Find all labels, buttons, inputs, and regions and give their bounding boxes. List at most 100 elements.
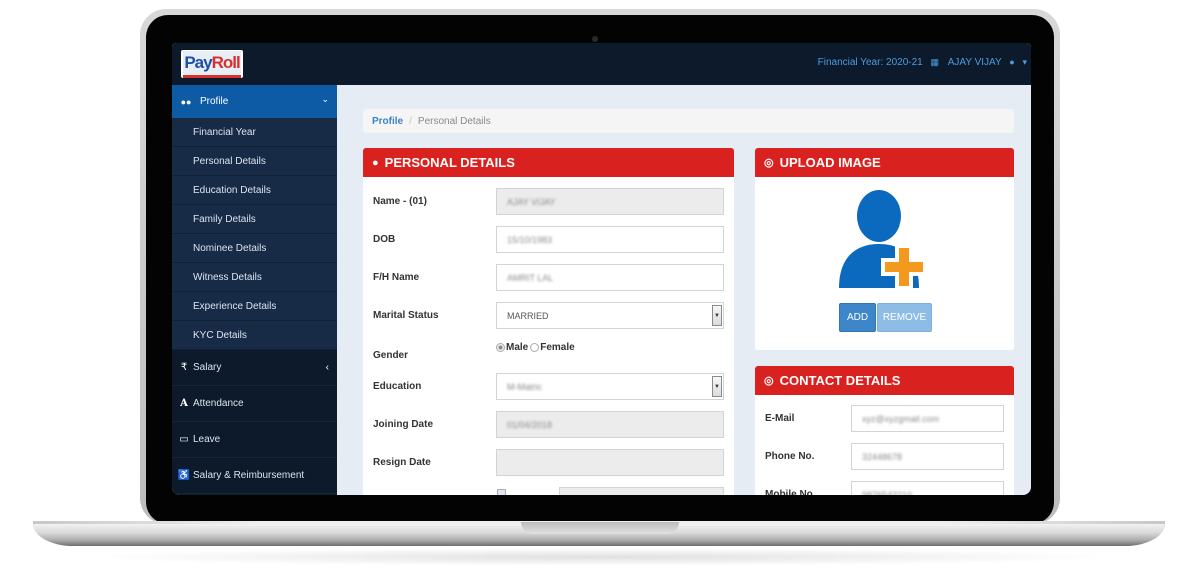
sidebar-item-salary-reimbursement[interactable]: ♿ Salary & Reimbursement	[172, 458, 337, 494]
partial-select[interactable]	[559, 487, 724, 495]
sidebar-item-profile[interactable]: ●● Profile ⌄	[172, 85, 337, 118]
rupee-icon: ₹	[180, 362, 188, 373]
gender-female-radio[interactable]	[530, 343, 540, 352]
resign-date-input[interactable]	[496, 449, 724, 476]
user-icon: ●	[372, 156, 379, 169]
marital-status-row: Marital Status MARRIED ▼	[363, 302, 734, 332]
sidebar-subitem-label: KYC Details	[193, 329, 247, 341]
partial-row	[363, 487, 734, 495]
name-input[interactable]: AJAY VIJAY	[496, 188, 724, 215]
joining-date-input[interactable]: 01/04/2018	[496, 411, 724, 438]
name-value: AJAY VIJAY	[507, 196, 556, 207]
marital-status-value: MARRIED	[507, 310, 549, 321]
mobile-input[interactable]: 9876543210	[851, 481, 1004, 495]
sidebar-subitem-nominee-details[interactable]: Nominee Details	[172, 234, 337, 263]
marital-status-label: Marital Status	[373, 310, 439, 321]
mobile-row: Mobile No. 9876543210	[755, 481, 1014, 495]
dob-input[interactable]: 15/10/1983	[496, 226, 724, 253]
upload-image-header: ◎ UPLOAD IMAGE	[755, 148, 1014, 177]
upload-image-panel: ◎ UPLOAD IMAGE ADD REMOVE	[755, 148, 1014, 350]
select-arrow-icon: ▼	[712, 305, 722, 326]
sidebar-item-label: Attendance	[193, 398, 244, 409]
laptop-shadow	[80, 548, 1120, 566]
sidebar-subitem-label: Experience Details	[193, 300, 277, 312]
contact-details-header: ◎ CONTACT DETAILS	[755, 366, 1014, 395]
avatar-placeholder[interactable]	[835, 188, 935, 293]
fh-name-label: F/H Name	[373, 272, 420, 283]
fh-name-row: F/H Name AMRIT LAL	[363, 264, 734, 294]
attendance-icon: A	[180, 398, 188, 409]
chevron-left-icon: ‹	[325, 362, 329, 373]
sidebar-subitem-label: Education Details	[193, 184, 271, 196]
email-label: E-Mail	[765, 413, 795, 424]
gender-male-radio[interactable]	[496, 343, 505, 352]
logo-text-pay: Pay	[184, 53, 212, 72]
camera-icon	[592, 36, 598, 42]
email-row: E-Mail xyz@xyzgmail.com	[755, 405, 1014, 435]
panel-title: CONTACT DETAILS	[779, 373, 901, 388]
calendar-icon: ▦	[930, 57, 939, 67]
sidebar-item-label: Salary	[193, 362, 222, 373]
remove-image-button[interactable]: REMOVE	[877, 303, 932, 332]
gender-radio-group: Male Female	[496, 342, 575, 353]
contact-details-panel: ◎ CONTACT DETAILS E-Mail xyz@xyzgmail.co…	[755, 366, 1014, 495]
resign-date-label: Resign Date	[373, 457, 431, 468]
add-image-button[interactable]: ADD	[839, 303, 876, 332]
sidebar-subitem-witness-details[interactable]: Witness Details	[172, 263, 337, 292]
sidebar-subitem-experience-details[interactable]: Experience Details	[172, 292, 337, 321]
phone-value: 32448678	[862, 451, 903, 462]
gender-male-label: Male	[506, 342, 529, 353]
chevron-down-icon: ⌄	[321, 94, 329, 104]
dob-value: 15/10/1983	[507, 234, 553, 245]
sidebar-subitem-label: Financial Year	[193, 126, 256, 138]
gender-female-label: Female	[540, 342, 575, 353]
sidebar-item-salary[interactable]: ₹ Salary ‹	[172, 350, 337, 386]
education-select[interactable]: M-Matric ▼	[496, 373, 724, 400]
user-name: AJAY VIJAY	[947, 57, 1002, 68]
name-row: Name - (01) AJAY VIJAY	[363, 188, 734, 218]
dob-label: DOB	[373, 234, 396, 245]
app-screen: Pay Roll Financial Year: 2020-21 ▦ AJAY V…	[172, 43, 1031, 495]
financial-year-selector[interactable]: Financial Year: 2020-21 ▦	[818, 57, 939, 68]
sidebar-subitem-family-details[interactable]: Family Details	[172, 205, 337, 234]
target-icon: ◎	[764, 157, 774, 169]
sidebar-item-label: Leave	[193, 434, 221, 445]
fh-name-input[interactable]: AMRIT LAL	[496, 264, 724, 291]
sidebar-subitem-kyc-details[interactable]: KYC Details	[172, 321, 337, 350]
joining-date-value: 01/04/2018	[507, 419, 553, 430]
breadcrumb: Profile / Personal Details	[363, 109, 1014, 133]
education-row: Education M-Matric ▼	[363, 373, 734, 403]
select-arrow-icon: ▼	[712, 376, 722, 397]
email-input[interactable]: xyz@xyzgmail.com	[851, 405, 1004, 432]
gender-row: Gender Male Female	[363, 342, 734, 372]
breadcrumb-separator: /	[409, 115, 412, 127]
panel-title: PERSONAL DETAILS	[384, 155, 515, 170]
sidebar: ●● Profile ⌄ Financial Year Personal Det…	[172, 85, 337, 495]
sidebar-subitem-label: Witness Details	[193, 271, 262, 283]
education-label: Education	[373, 381, 422, 392]
top-bar: Pay Roll Financial Year: 2020-21 ▦ AJAY V…	[172, 43, 1031, 85]
user-menu[interactable]: AJAY VIJAY ● ▾	[948, 57, 1027, 68]
name-label: Name - (01)	[373, 196, 427, 207]
marital-status-select[interactable]: MARRIED ▼	[496, 302, 724, 329]
education-value: M-Matric	[507, 381, 542, 392]
fh-name-value: AMRIT LAL	[507, 272, 554, 283]
personal-details-panel: ● PERSONAL DETAILS Name - (01) AJAY VIJA…	[363, 148, 734, 495]
sidebar-subitem-label: Family Details	[193, 213, 256, 225]
panel-title: UPLOAD IMAGE	[779, 155, 881, 170]
phone-label: Phone No.	[765, 451, 815, 462]
sidebar-subitem-personal-details[interactable]: Personal Details	[172, 147, 337, 176]
sidebar-subitem-education-details[interactable]: Education Details	[172, 176, 337, 205]
payroll-logo[interactable]: Pay Roll	[181, 50, 243, 78]
sidebar-item-attendance[interactable]: A Attendance	[172, 386, 337, 422]
phone-input[interactable]: 32448678	[851, 443, 1004, 470]
breadcrumb-profile-link[interactable]: Profile	[372, 116, 403, 127]
sidebar-item-leave[interactable]: ▭ Leave	[172, 422, 337, 458]
wheelchair-icon: ♿	[177, 470, 191, 481]
joining-date-label: Joining Date	[373, 419, 434, 430]
checkbox[interactable]	[497, 489, 506, 495]
sidebar-subitem-label: Nominee Details	[193, 242, 267, 254]
user-icon: ●	[1009, 57, 1015, 67]
sidebar-subitem-financial-year[interactable]: Financial Year	[172, 118, 337, 147]
sidebar-item-label: Salary & Reimbursement	[193, 470, 305, 481]
